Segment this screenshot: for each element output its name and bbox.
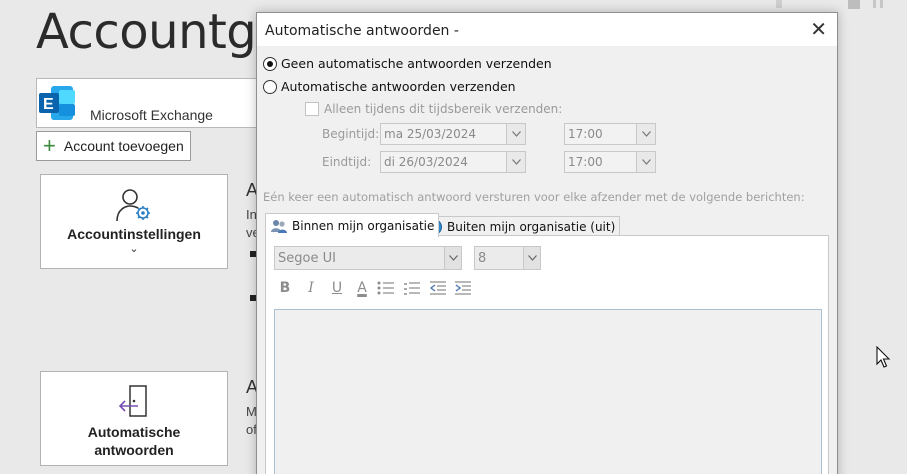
radio-button-selected[interactable] [263,56,277,71]
font-family-select[interactable]: Segoe UI [274,246,462,270]
increase-indent-icon[interactable] [453,278,473,298]
automatic-replies-label-1: Automatische [87,424,181,440]
automatic-replies-label-2: antwoorden [94,442,174,458]
start-time-value: 17:00 [568,127,603,141]
font-size-value: 8 [478,251,487,266]
decrease-indent-icon[interactable] [428,278,448,298]
automatic-replies-dialog: Automatische antwoorden - ✕ Geen automat… [256,12,838,474]
end-time-label: Eindtijd: [322,155,372,169]
underline-button[interactable]: U [327,278,347,298]
account-settings-tile[interactable]: Accountinstellingen ⌄ [40,174,228,269]
exchange-icon: E [39,86,77,120]
start-time-picker[interactable]: 17:00 [564,123,656,145]
radio-no-replies[interactable]: Geen automatische antwoorden verzenden [263,56,552,71]
add-account-label: Account toevoegen [63,138,184,154]
chevron-down-icon[interactable] [523,247,540,269]
chevron-down-icon[interactable] [636,152,655,172]
tab-inside-label: Binnen mijn organisatie [292,218,435,233]
automatic-replies-tile[interactable]: Automatische antwoorden [40,371,228,466]
chevron-down-icon: ⌄ [129,243,139,255]
bold-button[interactable]: B [275,278,295,298]
people-icon [271,219,287,233]
chevron-down-icon[interactable] [506,124,525,144]
exchange-icon-letter: E [43,96,54,113]
mouse-cursor-icon [876,346,891,368]
end-time-value: 17:00 [568,155,603,169]
font-color-button[interactable]: A [352,278,372,298]
start-date-picker[interactable]: ma 25/03/2024 [380,123,526,145]
top-edge-icon-4 [880,0,883,8]
dialog-titlebar[interactable]: Automatische antwoorden - ✕ [257,13,837,46]
account-selector[interactable]: E Microsoft Exchange [36,78,266,128]
numbered-list-icon[interactable] [402,278,422,298]
end-date-value: di 26/03/2024 [384,155,468,169]
radio-button[interactable] [263,79,277,94]
chevron-down-icon[interactable] [444,247,461,269]
reply-once-note: Eén keer een automatisch antwoord verstu… [263,190,805,204]
end-date-picker[interactable]: di 26/03/2024 [380,151,526,173]
radio-no-replies-label: Geen automatische antwoorden verzenden [281,56,552,71]
user-gear-icon [116,189,150,222]
account-name: Microsoft Exchange [90,107,213,123]
tab-inside-organization[interactable]: Binnen mijn organisatie [265,213,440,237]
start-date-value: ma 25/03/2024 [384,127,477,141]
top-edge-icon-2 [848,0,860,9]
tab-outside-organization[interactable]: Buiten mijn organisatie (uit) [420,216,621,236]
reply-panel: Segoe UI 8 B I U A [265,235,829,474]
chevron-down-icon[interactable] [506,152,525,172]
dialog-title: Automatische antwoorden - [265,23,459,39]
plus-icon: + [43,133,56,158]
end-time-picker[interactable]: 17:00 [564,151,656,173]
font-size-select[interactable]: 8 [474,246,541,270]
start-time-label: Begintijd: [322,127,380,141]
radio-send-replies[interactable]: Automatische antwoorden verzenden [263,79,516,94]
account-settings-label: Accountinstellingen [67,226,201,242]
font-family-value: Segoe UI [278,251,336,266]
timerange-checkbox-label: Alleen tijdens dit tijdsbereik verzenden… [324,102,563,116]
close-icon[interactable]: ✕ [810,18,827,40]
top-edge-icon-1 [776,0,782,8]
bullet-list-icon[interactable] [376,278,396,298]
italic-button[interactable]: I [301,278,321,298]
tab-outside-label: Buiten mijn organisatie (uit) [447,219,616,234]
timerange-checkbox-row[interactable]: Alleen tijdens dit tijdsbereik verzenden… [305,102,562,116]
reply-message-editor[interactable] [274,309,822,474]
top-edge-icon-3 [873,0,876,8]
add-account-button[interactable]: + Account toevoegen [36,131,191,161]
timerange-checkbox[interactable] [305,102,319,116]
door-exit-icon [118,385,147,417]
radio-send-replies-label: Automatische antwoorden verzenden [281,79,516,94]
chevron-down-icon[interactable] [636,124,655,144]
